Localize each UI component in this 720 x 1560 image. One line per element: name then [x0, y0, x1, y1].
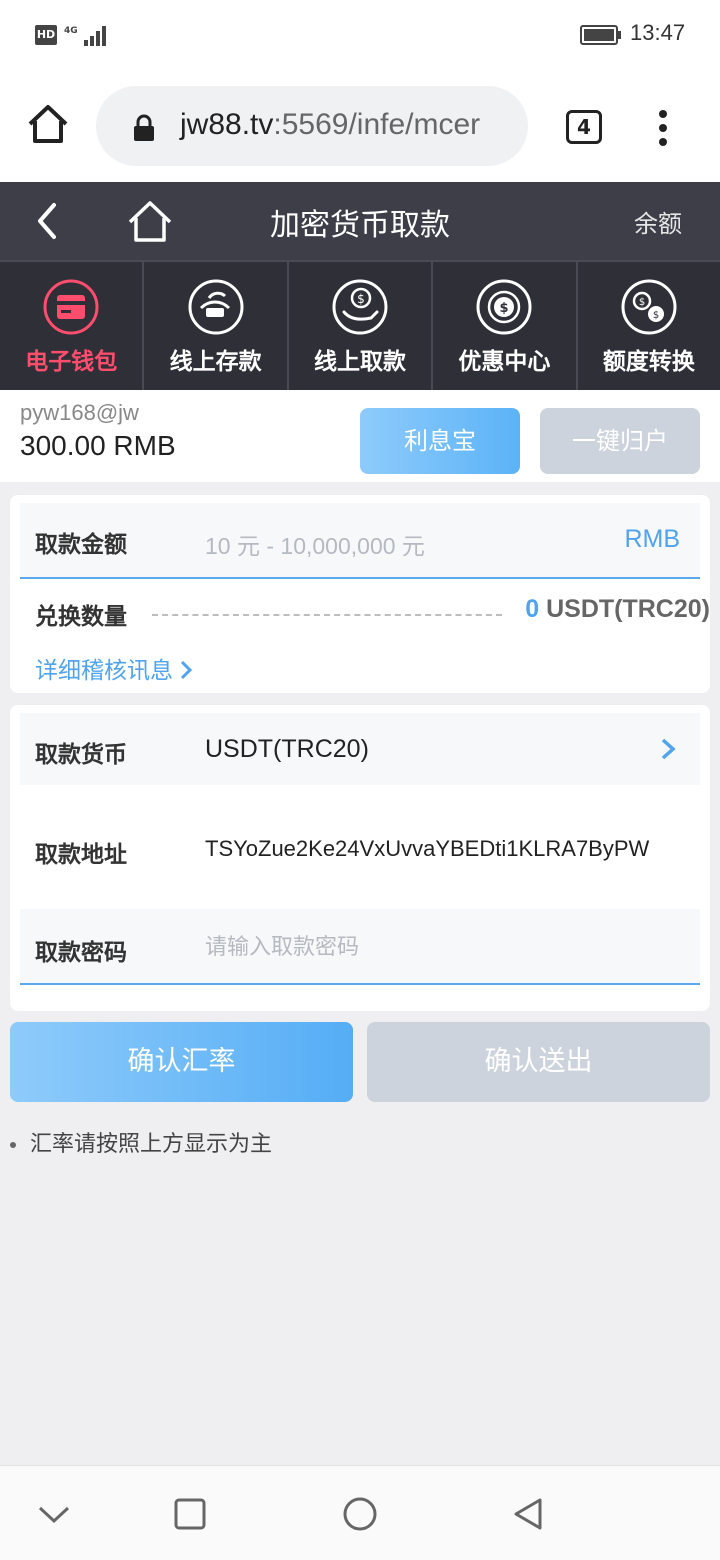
balance-link[interactable]: 余额 [634, 204, 682, 239]
account-balance: 300.00 RMB [20, 430, 176, 461]
collect-all-button[interactable]: 一键归户 [540, 408, 700, 474]
bullet-icon [10, 1142, 16, 1148]
password-row: 取款密码 [20, 909, 700, 985]
exchange-label: 兑换数量 [35, 604, 127, 630]
account-summary: pyw168@jw 300.00 RMB 利息宝 一键归户 [0, 390, 720, 482]
status-bar: HD 4G 13:47 [0, 0, 720, 70]
function-tabs: 电子钱包 线上存款 $ 线上取款 $ 优惠中心 $ $ 额度转换 [0, 260, 720, 390]
tab-label: 优惠中心 [458, 349, 551, 375]
exchange-unit: USDT(TRC20) [546, 595, 710, 623]
exchange-amount: 0 [525, 595, 540, 623]
url-text: jw88.tv:5569/infe/mcer [180, 108, 480, 142]
address-label: 取款地址 [35, 842, 127, 868]
url-host: jw88.tv [180, 108, 274, 141]
currency-label: 取款货币 [35, 742, 127, 768]
url-path: :5569/infe/mcer [273, 108, 481, 141]
tab-label: 线上存款 [169, 349, 262, 375]
tab-label: 电子钱包 [25, 349, 118, 375]
svg-text:$: $ [639, 297, 645, 308]
dashed-leader [152, 614, 502, 616]
home-circle-icon[interactable] [340, 1494, 380, 1534]
promo-icon: $ [476, 279, 532, 335]
tab-e-wallet[interactable]: 电子钱包 [0, 262, 145, 390]
back-arrow-icon[interactable] [30, 200, 66, 242]
chevron-right-icon [661, 738, 676, 760]
svg-text:$: $ [653, 310, 659, 321]
amount-label: 取款金额 [35, 532, 127, 558]
battery-icon [580, 25, 621, 45]
amount-input[interactable]: 10 元 - 10,000,000 元 [205, 527, 425, 561]
tab-label: 额度转换 [602, 349, 695, 375]
confirm-send-button[interactable]: 确认送出 [367, 1022, 710, 1102]
address-value: TSYoZue2Ke24VxUvvaYBEDti1KLRA7ByPW [205, 836, 650, 861]
collapse-chevron-icon[interactable] [34, 1494, 74, 1534]
tab-online-deposit[interactable]: 线上存款 [144, 262, 289, 390]
chevron-right-icon [180, 660, 193, 680]
audit-detail-label: 详细稽核讯息 [35, 658, 173, 684]
wallet-icon [43, 279, 99, 335]
browser-home-icon[interactable] [26, 102, 70, 146]
password-label: 取款密码 [35, 940, 127, 966]
page-title: 加密货币取款 [270, 208, 450, 243]
tab-switcher-button[interactable]: 4 [566, 110, 602, 144]
interest-button[interactable]: 利息宝 [360, 408, 520, 474]
rate-note: 汇率请按照上方显示为主 [10, 1126, 272, 1158]
currency-value: USDT(TRC20) [205, 735, 369, 763]
app-header: 加密货币取款 余额 [0, 182, 720, 260]
audit-detail-link[interactable]: 详细稽核讯息 [35, 651, 193, 685]
hd-badge: HD [35, 25, 57, 45]
tab-credit-transfer[interactable]: $ $ 额度转换 [578, 262, 720, 390]
svg-text:$: $ [357, 292, 365, 306]
username: pyw168@jw [20, 400, 139, 425]
signal-icon: 4G [64, 26, 106, 46]
network-type: 4G [64, 26, 78, 36]
more-vert-icon[interactable] [648, 108, 678, 148]
back-triangle-icon[interactable] [508, 1494, 548, 1534]
withdraw-icon: $ [332, 279, 388, 335]
tab-promo-center[interactable]: $ 优惠中心 [433, 262, 578, 390]
deposit-icon [188, 279, 244, 335]
recents-square-icon[interactable] [170, 1494, 210, 1534]
amount-row[interactable]: 取款金额 10 元 - 10,000,000 元 RMB [20, 503, 700, 579]
tab-label: 线上取款 [314, 349, 407, 375]
amount-card: 取款金额 10 元 - 10,000,000 元 RMB 兑换数量 0 USDT… [10, 495, 710, 693]
system-nav-bar [0, 1465, 720, 1560]
withdraw-details-card: 取款货币 USDT(TRC20) 取款地址 TSYoZue2Ke24VxUvva… [10, 705, 710, 1011]
home-icon[interactable] [126, 198, 174, 244]
svg-text:$: $ [500, 301, 509, 316]
confirm-rate-button[interactable]: 确认汇率 [10, 1022, 353, 1102]
clock: 13:47 [630, 20, 686, 45]
transfer-icon: $ $ [621, 279, 677, 335]
rate-note-text: 汇率请按照上方显示为主 [30, 1132, 273, 1157]
tab-online-withdraw[interactable]: $ 线上取款 [289, 262, 434, 390]
currency-selector[interactable]: 取款货币 USDT(TRC20) [20, 713, 700, 785]
url-bar[interactable]: jw88.tv:5569/infe/mcer [96, 86, 528, 166]
password-input[interactable] [205, 927, 675, 967]
browser-toolbar: jw88.tv:5569/infe/mcer 4 [0, 70, 720, 182]
amount-unit: RMB [624, 525, 680, 553]
exchange-value: 0 USDT(TRC20) [525, 595, 710, 624]
lock-icon [134, 114, 154, 141]
